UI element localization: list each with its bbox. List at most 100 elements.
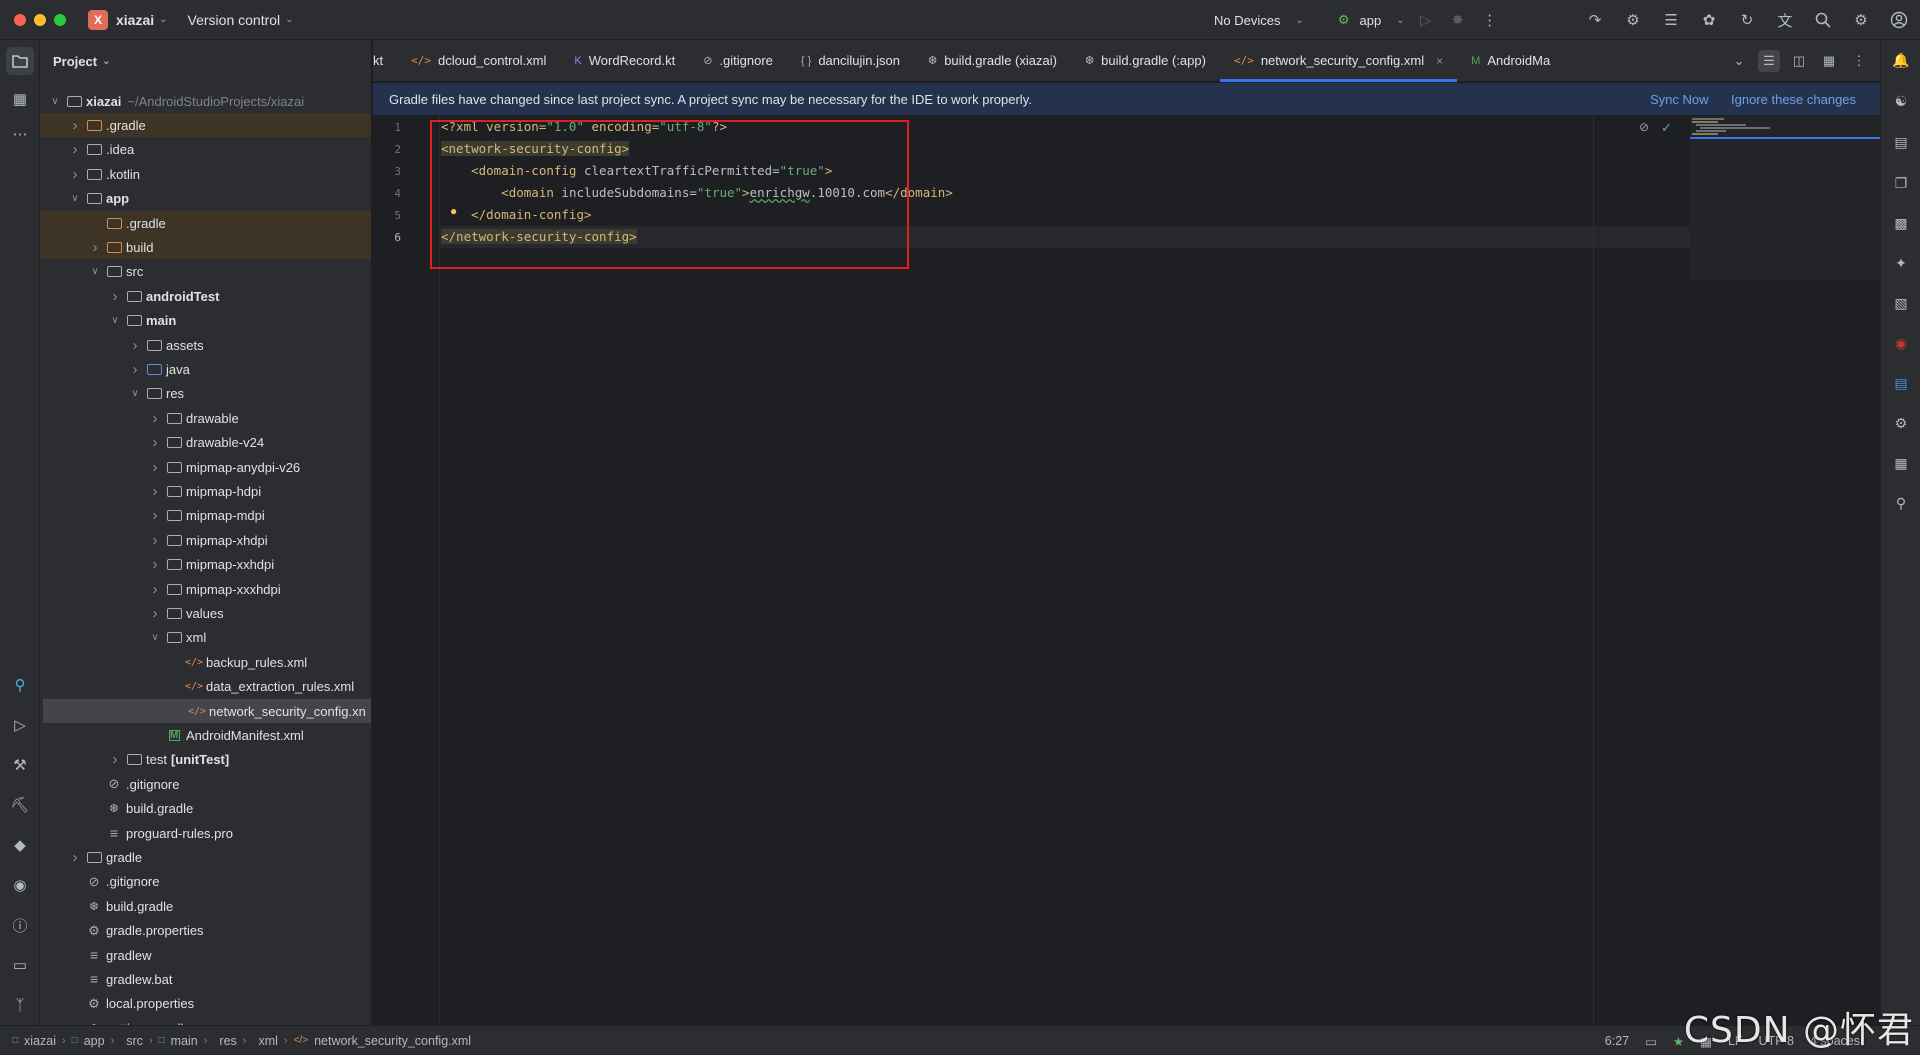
chevron-right-icon[interactable]: ›: [148, 556, 162, 573]
tree-item[interactable]: › drawable: [40, 406, 371, 430]
chevron-right-icon[interactable]: ›: [148, 410, 162, 427]
more-options-icon[interactable]: ⋮: [1848, 50, 1870, 72]
sync-now-link[interactable]: Sync Now: [1650, 92, 1709, 107]
sync-gradle-icon[interactable]: ↻: [1736, 9, 1758, 31]
tree-item[interactable]: ≡ proguard-rules.pro: [40, 821, 371, 845]
project-view-title[interactable]: Project: [53, 54, 97, 69]
gemini-icon[interactable]: ✦: [1890, 252, 1912, 274]
tree-item[interactable]: ∨ xml: [40, 626, 371, 650]
chevron-down-icon[interactable]: ∨: [128, 388, 142, 399]
emulator-icon[interactable]: ⚙: [1890, 412, 1912, 434]
editor-tab[interactable]: { } dancilujin.json: [787, 40, 914, 82]
tree-item[interactable]: › mipmap-xhdpi: [40, 528, 371, 552]
version-control-menu[interactable]: Version control: [188, 12, 281, 28]
chevron-right-icon[interactable]: ›: [148, 434, 162, 451]
reader-mode-icon[interactable]: ⊘: [1639, 120, 1649, 134]
gradle-icon[interactable]: ☯: [1890, 90, 1912, 112]
chevron-right-icon[interactable]: ›: [68, 117, 82, 134]
run-tool-icon[interactable]: ▷: [9, 714, 31, 736]
chevron-down-icon[interactable]: ∨: [88, 266, 102, 277]
minimap[interactable]: [1690, 116, 1880, 280]
tree-item[interactable]: › build: [40, 235, 371, 260]
chevron-right-icon[interactable]: ›: [68, 141, 82, 158]
breadcrumb-item[interactable]: res: [219, 1034, 236, 1048]
tree-item[interactable]: ❆ build.gradle: [40, 894, 371, 918]
breadcrumb-item[interactable]: xml: [258, 1034, 277, 1048]
editor-tab[interactable]: K WordRecord.kt: [560, 40, 689, 82]
chevron-down-icon[interactable]: ∨: [68, 193, 82, 204]
tree-item[interactable]: ∨ res: [40, 382, 371, 406]
search-icon[interactable]: [1812, 9, 1834, 31]
tree-item[interactable]: › mipmap-mdpi: [40, 504, 371, 528]
close-window-button[interactable]: [14, 13, 26, 26]
logcat-icon[interactable]: ◉: [9, 874, 31, 896]
account-icon[interactable]: [1888, 9, 1910, 31]
running-devices-icon[interactable]: ▧: [1890, 292, 1912, 314]
plugin-icon[interactable]: ◉: [1890, 332, 1912, 354]
profiler-icon[interactable]: ⚙: [1622, 9, 1644, 31]
maximize-window-button[interactable]: [54, 13, 66, 26]
resource-manager-icon[interactable]: ▦: [1890, 452, 1912, 474]
tree-item[interactable]: ❆settings.gradle: [40, 1016, 371, 1025]
tree-item[interactable]: › assets: [40, 333, 371, 357]
code-view-icon[interactable]: ☰: [1758, 50, 1780, 72]
tree-item[interactable]: </> network_security_config.xn: [43, 699, 371, 723]
tree-item[interactable]: ∨ main: [40, 309, 371, 333]
chevron-down-icon[interactable]: ∨: [108, 315, 122, 326]
translate-icon[interactable]: 文: [1774, 9, 1796, 31]
breadcrumb-item[interactable]: network_security_config.xml: [314, 1034, 471, 1048]
code-editor[interactable]: 123456 <?xml version="1.0" encoding="utf…: [373, 116, 1880, 1025]
chevron-right-icon[interactable]: ›: [148, 483, 162, 500]
run-config-selector[interactable]: app: [1360, 13, 1382, 28]
project-switcher[interactable]: xiazai: [116, 12, 154, 28]
gem-icon[interactable]: ◆: [9, 834, 31, 856]
tree-item[interactable]: › mipmap-hdpi: [40, 479, 371, 503]
tree-item[interactable]: › mipmap-anydpi-v26: [40, 455, 371, 479]
tree-item[interactable]: ⚙ gradle.properties: [40, 919, 371, 943]
chevron-right-icon[interactable]: ›: [68, 849, 82, 866]
chevron-right-icon[interactable]: ›: [108, 751, 122, 768]
tree-item[interactable]: › gradle: [40, 845, 371, 869]
chevron-right-icon[interactable]: ›: [148, 507, 162, 524]
close-tab-icon[interactable]: ×: [1436, 54, 1443, 68]
hammer-icon[interactable]: ⛏: [9, 794, 31, 816]
tree-item[interactable]: ⊘ .gitignore: [40, 870, 371, 894]
editor-tab[interactable]: </> dcloud_control.xml: [397, 40, 560, 82]
run-icon[interactable]: ▷: [1415, 9, 1437, 31]
inspection-ok-icon[interactable]: ✓: [1661, 120, 1672, 136]
copy-icon[interactable]: ❐: [1890, 172, 1912, 194]
chevron-right-icon[interactable]: ›: [68, 166, 82, 183]
tree-item[interactable]: ∨ src: [40, 260, 371, 284]
settings-gear-icon[interactable]: ⚙: [1850, 9, 1872, 31]
tree-item[interactable]: ≡ gradlew: [40, 943, 371, 967]
minimap-viewport[interactable]: [1690, 137, 1880, 139]
layout-inspector-icon[interactable]: ⚲: [1890, 492, 1912, 514]
editor-tab[interactable]: ❆ build.gradle (xiazai): [914, 40, 1071, 82]
tree-item[interactable]: M AndroidManifest.xml: [40, 723, 371, 747]
debug-icon[interactable]: ✸: [1447, 9, 1469, 31]
terminal-icon[interactable]: ▭: [9, 954, 31, 976]
ignore-changes-link[interactable]: Ignore these changes: [1731, 92, 1856, 107]
structure-icon[interactable]: ▦: [9, 88, 31, 110]
split-view-icon[interactable]: ◫: [1788, 50, 1810, 72]
chevron-right-icon[interactable]: ›: [88, 239, 102, 256]
breadcrumb-item[interactable]: xiazai: [24, 1034, 56, 1048]
comment-icon[interactable]: ▭: [1645, 1034, 1657, 1049]
editor-tab[interactable]: M AndroidMa: [1457, 40, 1564, 82]
chevron-right-icon[interactable]: ›: [128, 361, 142, 378]
device-manager-icon[interactable]: ☰: [1660, 9, 1682, 31]
editor-tab[interactable]: ⊘ .gitignore: [689, 40, 787, 82]
cursor-position[interactable]: 6:27: [1605, 1034, 1629, 1048]
tree-item[interactable]: › drawable-v24: [40, 431, 371, 455]
project-badge[interactable]: X: [88, 9, 108, 30]
chevron-right-icon[interactable]: ›: [128, 337, 142, 354]
tree-item[interactable]: › values: [40, 601, 371, 625]
tree-item[interactable]: › test [unitTest]: [40, 748, 371, 772]
tree-item[interactable]: › .gradle: [40, 113, 371, 138]
minimize-window-button[interactable]: [34, 13, 46, 26]
editor-tab[interactable]: kt: [369, 40, 397, 82]
chevron-right-icon[interactable]: ›: [148, 459, 162, 476]
document-icon[interactable]: ▤: [1890, 372, 1912, 394]
tree-item[interactable]: ❆ build.gradle: [40, 797, 371, 821]
project-folder-icon[interactable]: [6, 47, 34, 75]
